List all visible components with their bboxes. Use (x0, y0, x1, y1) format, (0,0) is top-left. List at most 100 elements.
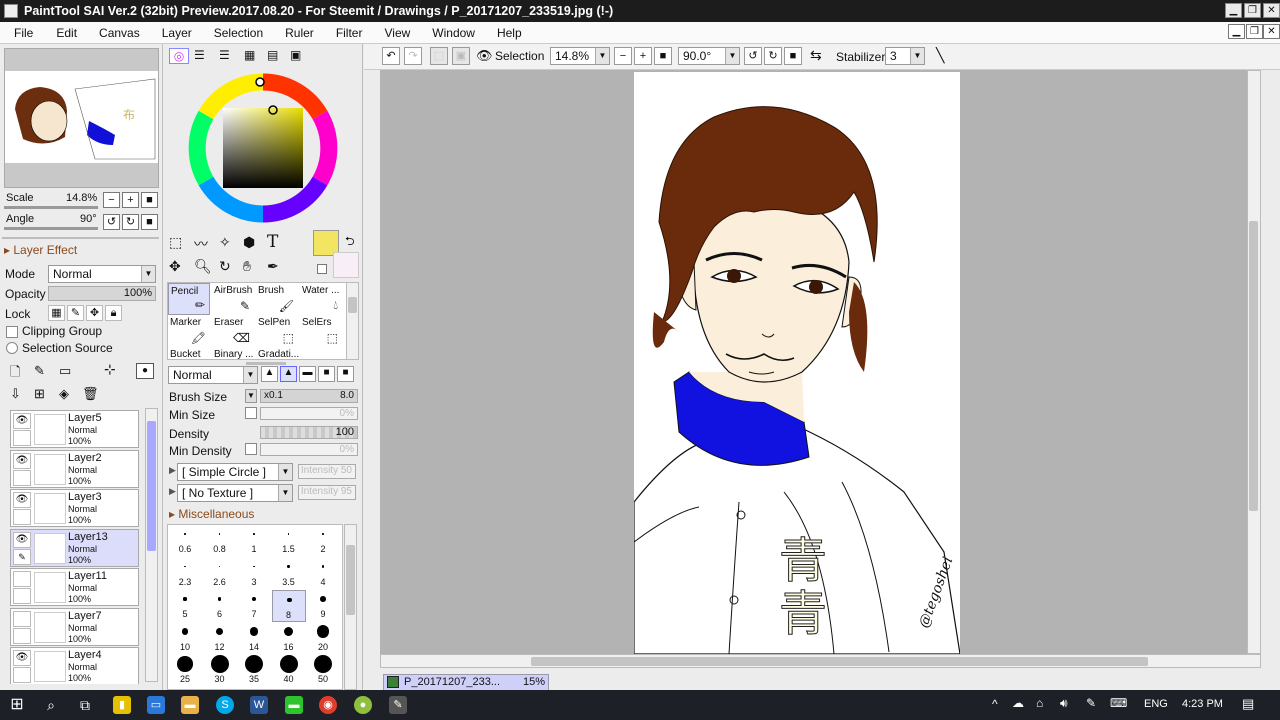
min-size-slider[interactable]: 0% (260, 407, 358, 420)
brush-size-preset[interactable]: 0.6 (168, 525, 202, 557)
tool-grid-scrollbar[interactable] (346, 282, 359, 360)
brush-texture-select[interactable]: [ No Texture ] ▼ (177, 484, 293, 502)
layer-row[interactable]: 👁︎ Layer5 Normal 100% (10, 410, 139, 448)
eye-hidden-icon[interactable] (13, 610, 31, 627)
brush-size-preset[interactable]: 7 (237, 590, 271, 622)
line-messenger-icon[interactable]: ▬ (285, 696, 303, 714)
merge-down-icon[interactable]: ⊞ (34, 386, 45, 402)
canvas-vertical-scrollbar[interactable] (1247, 70, 1261, 654)
menu-window[interactable]: Window (432, 26, 475, 40)
app-icon[interactable] (4, 4, 18, 18)
brush-blend-select[interactable]: Normal ▼ (168, 366, 258, 384)
size-multiplier-dropdown-icon[interactable]: ▼ (245, 389, 257, 403)
layer-option-icon[interactable] (13, 588, 31, 604)
texture-intensity-slider[interactable]: Intensity 95 (298, 485, 356, 500)
brush-size-preset[interactable]: 16 (272, 623, 306, 655)
tool-selers[interactable]: SelErs ⬚ (300, 315, 342, 347)
taskbar-app-icon[interactable]: ● (354, 696, 372, 714)
menu-layer[interactable]: Layer (162, 26, 192, 40)
mdi-restore-button[interactable]: ❐ (1246, 24, 1263, 39)
edge-hardest-icon[interactable]: ■ (337, 366, 354, 382)
sticky-app-icon[interactable]: ▮ (113, 696, 131, 714)
min-density-slider[interactable]: 0% (260, 443, 358, 456)
mdi-minimize-button[interactable]: ▁ (1228, 24, 1245, 39)
layer-list-scrollbar[interactable] (145, 408, 158, 682)
tool-grid-scroll-thumb[interactable] (348, 297, 357, 313)
hand-tool-icon[interactable]: ✋︎ (243, 258, 251, 275)
stabilizer-select[interactable]: 3 ▼ (885, 47, 925, 65)
rotate-left-button[interactable]: ↺ (103, 214, 120, 230)
transfer-down-icon[interactable]: ⇩ (10, 386, 21, 402)
brush-size-preset[interactable]: 1 (237, 525, 271, 557)
brush-size-preset[interactable]: 6 (203, 590, 237, 622)
brush-size-preset[interactable]: 50 (306, 655, 340, 687)
eye-icon[interactable]: 👁︎ (13, 492, 31, 508)
file-explorer-icon[interactable]: ▬ (181, 696, 199, 714)
text-tool-icon[interactable]: T (267, 232, 278, 252)
menu-help[interactable]: Help (497, 26, 522, 40)
layer-row[interactable]: 👁︎ Layer2 Normal 100% (10, 449, 139, 488)
min-density-checkbox[interactable] (245, 443, 257, 455)
brush-size-preset[interactable]: 5 (168, 590, 202, 622)
swatch-tab-icon[interactable]: ▣ (290, 48, 301, 62)
tool-bucket[interactable]: Bucket▼ (168, 347, 210, 359)
drawing-canvas[interactable]: 青 青 @tegoshei (634, 72, 960, 654)
lasso-icon[interactable]: 〰 (194, 234, 208, 254)
clear-layer-icon[interactable]: ◈ (59, 386, 69, 402)
edge-soft-icon[interactable]: ▲ (261, 366, 278, 382)
zoom-in-button[interactable]: + (122, 192, 139, 208)
secondary-color-swatch[interactable] (333, 252, 359, 278)
brush-size-preset[interactable]: 1.5 (272, 525, 306, 557)
edge-medium-icon[interactable]: ▲ (280, 366, 297, 382)
undo-button[interactable]: ↶ (382, 47, 400, 65)
lock-all-icon[interactable]: 🔒︎ (105, 305, 122, 321)
pen-icon[interactable]: ✎ (1086, 696, 1096, 710)
zoom-out-button[interactable]: − (103, 192, 120, 208)
magic-wand-icon[interactable]: ✧ (219, 234, 231, 251)
scratchpad-tab-icon[interactable]: ▤ (267, 48, 278, 62)
eye-hidden-icon[interactable] (13, 571, 31, 587)
brush-shape-select[interactable]: [ Simple Circle ] ▼ (177, 463, 293, 481)
rgb-slider-tab-icon[interactable]: ☰ (194, 48, 205, 62)
canvas-area[interactable]: 青 青 @tegoshei (380, 70, 1261, 654)
cloud-icon[interactable]: ☁ (1012, 696, 1024, 710)
skype-icon[interactable]: S (216, 696, 234, 714)
color-wheel[interactable] (185, 70, 341, 226)
lock-paint-icon[interactable]: ✎ (67, 305, 84, 321)
brush-size-preset[interactable]: 4 (306, 558, 340, 590)
palette-tab-icon[interactable]: ▦ (244, 48, 255, 62)
keyboard-icon[interactable]: ⌨ (1110, 696, 1127, 710)
show-selection-icon[interactable]: 👁︎ (476, 48, 493, 64)
brush-size-preset[interactable]: 35 (237, 655, 271, 687)
eyedropper-icon[interactable]: ✒ (267, 258, 279, 275)
brush-size-preset[interactable]: 10 (168, 623, 202, 655)
brush-size-preset[interactable]: 8 (271, 590, 306, 622)
layer-row[interactable]: 👁︎ Layer3 Normal 100% (10, 489, 139, 527)
move-layer-icon[interactable]: ⊹ (104, 361, 116, 378)
lock-move-icon[interactable]: ✥ (86, 305, 103, 321)
toolbar-zoom-out-button[interactable]: − (614, 47, 632, 65)
toolbar-zoom-reset-button[interactable]: ■ (654, 47, 672, 65)
canvas-vscroll-thumb[interactable] (1249, 221, 1258, 511)
brush-size-preset[interactable]: 40 (272, 655, 306, 687)
edge-hard-icon[interactable]: ▬ (299, 366, 316, 382)
action-center-icon[interactable]: ▤ (1242, 696, 1254, 712)
invert-selection-button[interactable]: ▣ (452, 47, 470, 65)
menu-view[interactable]: View (384, 26, 410, 40)
layer-effect-header[interactable]: ▸ Layer Effect (4, 243, 77, 257)
tool-airbrush[interactable]: AirBrush ✎ (212, 283, 254, 315)
straight-line-icon[interactable]: ╲ (936, 47, 944, 64)
brush-size-preset[interactable]: 14 (237, 623, 271, 655)
layer-option-icon[interactable] (13, 430, 31, 446)
layer-option-icon[interactable] (13, 627, 31, 644)
layer-row[interactable]: Layer7 Normal 100% (10, 607, 139, 646)
toolbar-rotate-left-button[interactable]: ↺ (744, 47, 762, 65)
move-tool-icon[interactable]: ✥ (169, 258, 181, 275)
menu-ruler[interactable]: Ruler (285, 26, 314, 40)
menu-edit[interactable]: Edit (56, 26, 77, 40)
rotate-reset-button[interactable]: ■ (141, 214, 158, 230)
word-icon[interactable]: W (250, 696, 268, 714)
show-hidden-icons[interactable]: ^ (992, 697, 998, 711)
expand-texture-icon[interactable]: ▶ (169, 486, 176, 497)
network-icon[interactable]: ⌂ (1036, 696, 1043, 710)
